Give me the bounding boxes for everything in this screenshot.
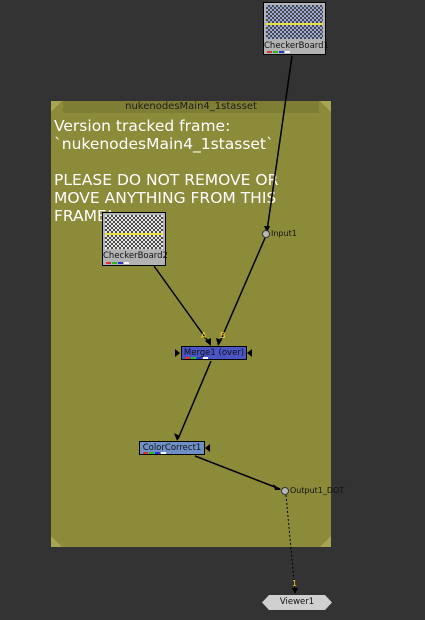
merge1-node[interactable]: Merge1 (over) [181,346,247,360]
backdrop-resize-handle-bottom-right[interactable] [320,536,331,547]
thumbnail-stripe [266,23,323,25]
input1-dot[interactable] [262,230,270,238]
channel-alpha-chip [124,262,129,264]
channel-blue-chip [279,51,284,53]
channel-green-chip [191,357,196,359]
backdrop-frame[interactable]: nukenodesMain4_1stasset Version tracked … [51,101,331,547]
colorcorrect1-mask-arrow[interactable] [205,444,210,452]
backdrop-label: Version tracked frame: `nukenodesMain4_1… [54,117,279,225]
channel-blue-chip [118,262,123,264]
checkerboard2-thumbnail [105,215,163,249]
colorcorrect1-node[interactable]: ColorCorrect1 [139,441,205,455]
output1-dot[interactable] [281,487,289,495]
merge1-input-arrow[interactable] [175,349,180,357]
viewer-input-1-label: 1 [292,579,298,588]
checkerboard2-label: CheckerBoard2 [103,251,168,261]
merge1-mask-arrow[interactable] [247,349,252,357]
wire-arrowhead [292,588,298,594]
merge-input-b-label: B [220,331,226,340]
merge-input-a-label: A [201,331,207,340]
checkerboard1-node[interactable]: CheckerBoard1 [263,2,329,55]
channel-blue-chip [197,357,202,359]
output1-label: Output1_DOT [290,486,345,495]
backdrop-resize-handle-bottom-left[interactable] [51,536,62,547]
channel-red-chip [106,262,111,264]
input1-label: Input1 [271,229,297,238]
checkerboard1-label: CheckerBoard1 [264,41,329,51]
channel-green-chip [149,452,154,454]
channel-red-chip [185,357,190,359]
channel-alpha-chip [161,452,166,454]
backdrop-resize-handle-top-left[interactable] [51,101,62,112]
channel-red-chip [143,452,148,454]
channel-red-chip [267,51,272,53]
channel-alpha-chip [203,357,208,359]
checkerboard2-node[interactable]: CheckerBoard2 [102,212,168,266]
checkerboard1-thumbnail [266,5,323,39]
viewer1-label: Viewer1 [279,597,315,607]
viewer1-node[interactable]: Viewer1 [262,595,332,610]
channel-green-chip [112,262,117,264]
channel-alpha-chip [285,51,290,53]
backdrop-resize-handle-top-right[interactable] [320,101,331,112]
channel-blue-chip [155,452,160,454]
backdrop-title: nukenodesMain4_1stasset [63,101,319,113]
thumbnail-stripe [105,233,163,235]
channel-green-chip [273,51,278,53]
